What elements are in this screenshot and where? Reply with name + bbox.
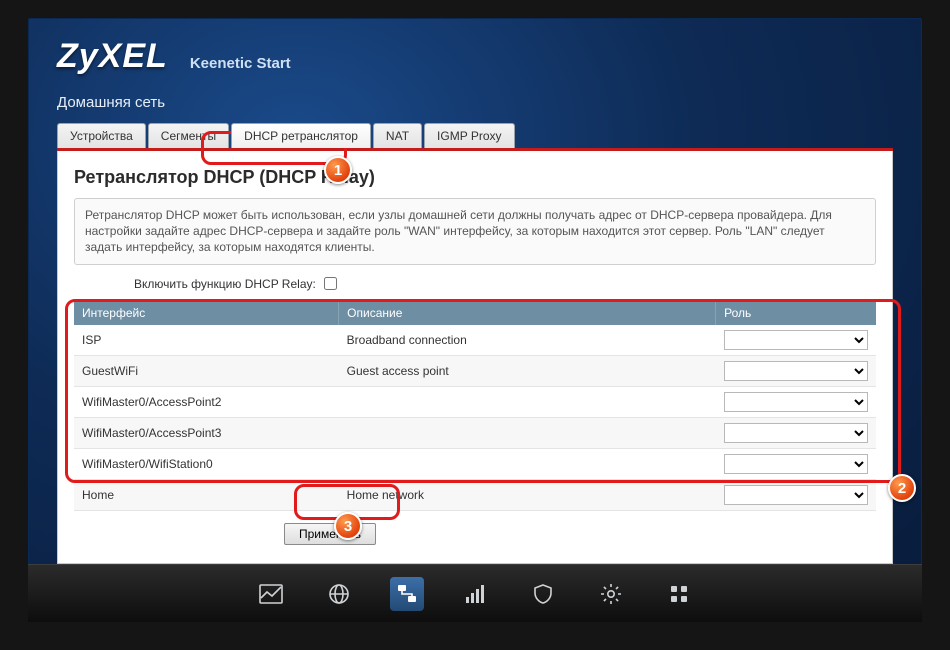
product-name: Keenetic Start <box>190 55 291 76</box>
brand-logo: ZyXEL <box>57 37 168 76</box>
table-row: ISPBroadband connection <box>74 325 876 356</box>
col-description: Описание <box>339 301 716 325</box>
cell-role <box>716 479 876 510</box>
tabs-bar: Устройства Сегменты DHCP ретранслятор NA… <box>29 123 921 148</box>
cell-description <box>339 417 716 448</box>
apps-icon[interactable] <box>662 577 696 611</box>
globe-icon[interactable] <box>322 577 356 611</box>
cell-interface: WifiMaster0/AccessPoint3 <box>74 417 339 448</box>
section-title: Домашняя сеть <box>29 90 921 123</box>
role-select[interactable] <box>724 485 868 505</box>
role-select[interactable] <box>724 423 868 443</box>
apply-button[interactable]: Применить <box>284 523 376 545</box>
cell-description: Home network <box>339 479 716 510</box>
cell-interface: GuestWiFi <box>74 355 339 386</box>
cell-interface: WifiMaster0/AccessPoint2 <box>74 386 339 417</box>
info-text: Ретранслятор DHCP может быть использован… <box>74 198 876 265</box>
brand-row: ZyXEL Keenetic Start <box>29 19 921 90</box>
table-row: WifiMaster0/AccessPoint3 <box>74 417 876 448</box>
panel-heading: Ретранслятор DHCP (DHCP Relay) <box>74 167 876 188</box>
table-row: GuestWiFiGuest access point <box>74 355 876 386</box>
bottom-dock <box>28 564 922 622</box>
gear-icon[interactable] <box>594 577 628 611</box>
cell-role <box>716 386 876 417</box>
tab-igmp-proxy[interactable]: IGMP Proxy <box>424 123 514 148</box>
cell-description <box>339 448 716 479</box>
network-icon[interactable] <box>390 577 424 611</box>
table-row: HomeHome network <box>74 479 876 510</box>
role-select[interactable] <box>724 361 868 381</box>
status-icon[interactable] <box>254 577 288 611</box>
cell-role <box>716 417 876 448</box>
role-select[interactable] <box>724 454 868 474</box>
cell-description: Guest access point <box>339 355 716 386</box>
cell-role <box>716 325 876 356</box>
enable-label: Включить функцию DHCP Relay: <box>134 277 316 291</box>
table-header-row: Интерфейс Описание Роль <box>74 301 876 325</box>
cell-role <box>716 448 876 479</box>
cell-interface: WifiMaster0/WifiStation0 <box>74 448 339 479</box>
col-interface: Интерфейс <box>74 301 339 325</box>
shield-icon[interactable] <box>526 577 560 611</box>
table-row: WifiMaster0/WifiStation0 <box>74 448 876 479</box>
enable-row: Включить функцию DHCP Relay: <box>74 265 876 301</box>
signal-icon[interactable] <box>458 577 492 611</box>
content-panel: Ретранслятор DHCP (DHCP Relay) Ретрансля… <box>57 151 893 564</box>
cell-description: Broadband connection <box>339 325 716 356</box>
tab-segments[interactable]: Сегменты <box>148 123 229 148</box>
enable-checkbox[interactable] <box>324 277 337 290</box>
cell-role <box>716 355 876 386</box>
table-row: WifiMaster0/AccessPoint2 <box>74 386 876 417</box>
role-select[interactable] <box>724 330 868 350</box>
tab-nat[interactable]: NAT <box>373 123 422 148</box>
col-role: Роль <box>716 301 876 325</box>
role-select[interactable] <box>724 392 868 412</box>
cell-interface: ISP <box>74 325 339 356</box>
cell-interface: Home <box>74 479 339 510</box>
tab-devices[interactable]: Устройства <box>57 123 146 148</box>
tab-dhcp-relay[interactable]: DHCP ретранслятор <box>231 123 371 148</box>
interfaces-table: Интерфейс Описание Роль ISPBroadband con… <box>74 301 876 511</box>
cell-description <box>339 386 716 417</box>
app-frame: ZyXEL Keenetic Start Домашняя сеть Устро… <box>28 18 922 622</box>
